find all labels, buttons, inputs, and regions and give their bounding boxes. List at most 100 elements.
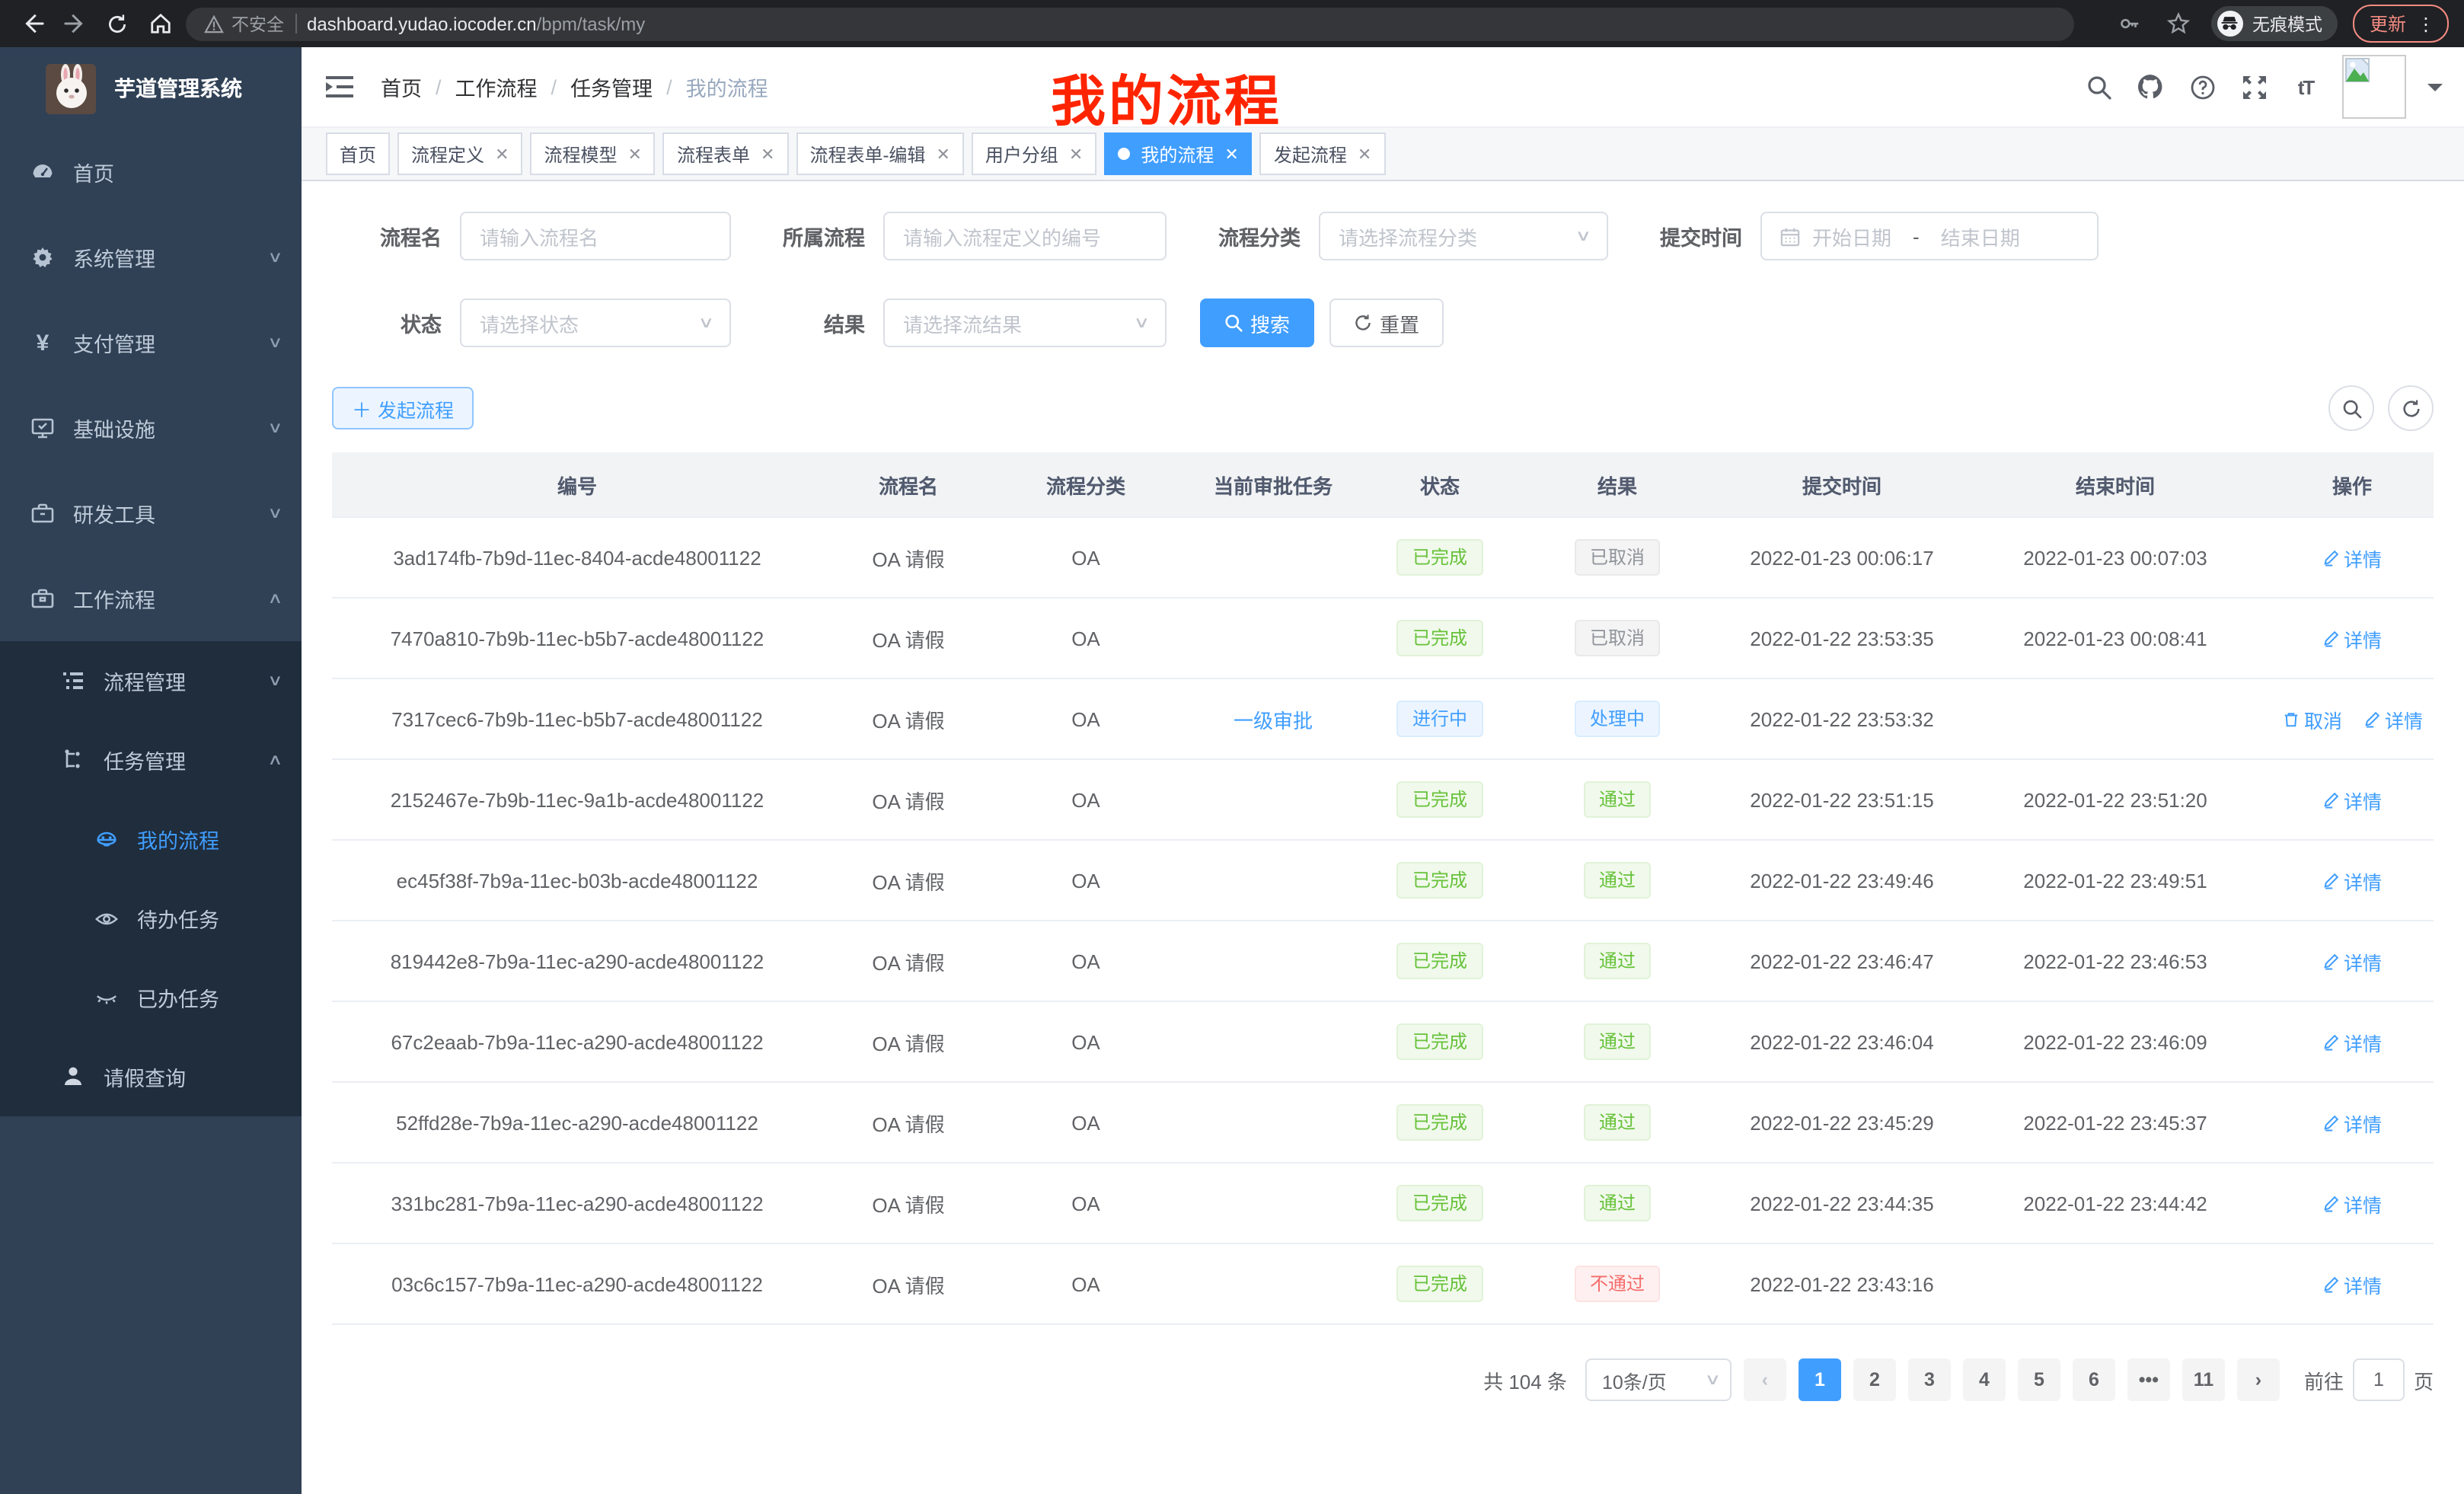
create-process-button[interactable]: ＋ 发起流程 <box>332 387 474 429</box>
tab-home[interactable]: 首页 <box>326 132 390 175</box>
key-icon[interactable] <box>2114 7 2147 40</box>
sidebar-item-my-process[interactable]: 我的流程 <box>0 800 302 879</box>
process-name-input[interactable]: 请输入流程名 <box>460 212 731 260</box>
detail-action-link[interactable]: 详情 <box>2322 785 2382 814</box>
eye-icon <box>94 906 119 931</box>
browser-toolbar: 不安全 dashboard.yudao.iocoder.cn/bpm/task/… <box>0 0 2464 47</box>
table-row: 52ffd28e-7b9a-11ec-a290-acde48001122OA 请… <box>332 1082 2434 1163</box>
status-cell: 已完成 <box>1369 1163 1511 1243</box>
font-size-icon[interactable]: tT <box>2290 72 2321 102</box>
reload-icon[interactable] <box>101 7 134 40</box>
process-category-select[interactable]: 请选择流程分类∨ <box>1319 212 1608 260</box>
browser-menu-icon[interactable]: ⋮ <box>2417 14 2435 33</box>
sidebar-item-todo-task[interactable]: 待办任务 <box>0 879 302 958</box>
close-icon[interactable]: ✕ <box>936 144 950 164</box>
result-select[interactable]: 请选择流结果∨ <box>883 298 1167 347</box>
page-button-1[interactable]: 1 <box>1799 1358 1841 1401</box>
tab-my-process[interactable]: 我的流程✕ <box>1104 132 1252 175</box>
pagination-ellipsis[interactable]: ••• <box>2127 1358 2170 1401</box>
next-page-button[interactable]: › <box>2237 1358 2280 1401</box>
sidebar-item-home[interactable]: 首页 <box>0 129 302 215</box>
detail-action-link[interactable]: 详情 <box>2322 1027 2382 1056</box>
incognito-badge: 无痕模式 <box>2211 6 2338 41</box>
fullscreen-icon[interactable] <box>2239 72 2269 102</box>
sidebar-item-devtools[interactable]: 研发工具 ∨ <box>0 471 302 556</box>
close-icon[interactable]: ✕ <box>495 144 509 164</box>
process-name-cell: OA 请假 <box>822 517 994 598</box>
detail-action-link[interactable]: 详情 <box>2363 704 2423 733</box>
page-size-select[interactable]: 10条/页∨ <box>1585 1358 1732 1401</box>
tab-process-form-edit[interactable]: 流程表单-编辑✕ <box>796 132 963 175</box>
sidebar-item-leave-query[interactable]: 请假查询 <box>0 1037 302 1116</box>
sidebar-item-task-mgmt[interactable]: 任务管理 ∧ <box>0 720 302 800</box>
process-table-body: 3ad174fb-7b9d-11ec-8404-acde48001122OA 请… <box>332 517 2434 1324</box>
tab-process-form[interactable]: 流程表单✕ <box>663 132 788 175</box>
detail-action-link[interactable]: 详情 <box>2322 866 2382 895</box>
calendar-icon <box>1780 226 1800 246</box>
breadcrumb: 首页 / 工作流程 / 任务管理 / 我的流程 <box>381 72 768 102</box>
actions-cell: 详情 <box>2271 517 2434 598</box>
sidebar-item-workflow[interactable]: 工作流程 ∧ <box>0 556 302 641</box>
avatar-caret-icon[interactable] <box>2427 83 2443 98</box>
breadcrumb-home[interactable]: 首页 <box>381 72 422 102</box>
avatar[interactable] <box>2342 55 2406 119</box>
status-cell: 进行中 <box>1369 678 1511 759</box>
github-icon[interactable] <box>2135 72 2166 102</box>
help-icon[interactable] <box>2187 72 2217 102</box>
forward-icon[interactable] <box>58 7 91 40</box>
page-button-6[interactable]: 6 <box>2073 1358 2115 1401</box>
page-button-5[interactable]: 5 <box>2018 1358 2060 1401</box>
process-id-cell: ec45f38f-7b9a-11ec-b03b-acde48001122 <box>332 840 822 921</box>
close-icon[interactable]: ✕ <box>1358 144 1371 164</box>
bookmark-star-icon[interactable] <box>2162 7 2196 40</box>
detail-action-link[interactable]: 详情 <box>2322 1189 2382 1218</box>
address-bar[interactable]: 不安全 dashboard.yudao.iocoder.cn/bpm/task/… <box>186 7 2074 40</box>
page-button-4[interactable]: 4 <box>1963 1358 2006 1401</box>
cancel-action-link[interactable]: 取消 <box>2283 704 2342 733</box>
page-button-3[interactable]: 3 <box>1908 1358 1951 1401</box>
sidebar-item-done-task[interactable]: 已办任务 <box>0 958 302 1037</box>
app-logo[interactable]: 芋道管理系统 <box>0 47 302 129</box>
search-button[interactable]: 搜索 <box>1200 298 1314 347</box>
prev-page-button[interactable]: ‹ <box>1744 1358 1786 1401</box>
header-search-icon[interactable] <box>2083 72 2114 102</box>
sidebar-item-infra[interactable]: 基础设施 ∨ <box>0 385 302 471</box>
home-icon[interactable] <box>143 7 177 40</box>
detail-action-link[interactable]: 详情 <box>2322 1269 2382 1298</box>
page-button-2[interactable]: 2 <box>1853 1358 1896 1401</box>
reset-button[interactable]: 重置 <box>1329 298 1444 347</box>
status-select[interactable]: 请选择状态∨ <box>460 298 731 347</box>
back-icon[interactable] <box>15 7 49 40</box>
goto-page-input[interactable]: 1 <box>2353 1358 2405 1401</box>
end-time-cell <box>1960 1243 2271 1324</box>
process-definition-label: 所属流程 <box>774 221 865 251</box>
refresh-table-button[interactable] <box>2388 385 2434 431</box>
detail-action-link[interactable]: 详情 <box>2322 947 2382 975</box>
close-icon[interactable]: ✕ <box>761 144 774 164</box>
tab-process-definition[interactable]: 流程定义✕ <box>397 132 522 175</box>
submit-time-range-picker[interactable]: 开始日期 - 结束日期 <box>1760 212 2099 260</box>
breadcrumb-workflow[interactable]: 工作流程 <box>455 72 538 102</box>
sidebar-item-system[interactable]: 系统管理 ∨ <box>0 215 302 300</box>
table-header-row: 编号 流程名 流程分类 当前审批任务 状态 结果 提交时间 结束时间 操作 <box>332 452 2434 517</box>
edit-pen-icon <box>2322 1195 2339 1211</box>
tab-start-process[interactable]: 发起流程✕ <box>1260 132 1385 175</box>
sidebar-item-process-mgmt[interactable]: 流程管理 ∨ <box>0 641 302 720</box>
close-icon[interactable]: ✕ <box>1224 144 1238 164</box>
current-task-link[interactable]: 一级审批 <box>1234 709 1313 732</box>
page-button-11[interactable]: 11 <box>2182 1358 2225 1401</box>
process-definition-input[interactable]: 请输入流程定义的编号 <box>883 212 1167 260</box>
security-warning[interactable]: 不安全 <box>204 11 284 36</box>
update-button[interactable]: 更新 ⋮ <box>2353 5 2449 43</box>
toggle-search-button[interactable] <box>2328 385 2374 431</box>
close-icon[interactable]: ✕ <box>628 144 642 164</box>
tab-user-group[interactable]: 用户分组✕ <box>972 132 1096 175</box>
tab-process-model[interactable]: 流程模型✕ <box>531 132 656 175</box>
sidebar-collapse-icon[interactable] <box>323 70 356 104</box>
detail-action-link[interactable]: 详情 <box>2322 543 2382 572</box>
breadcrumb-task-mgmt[interactable]: 任务管理 <box>570 72 653 102</box>
sidebar-item-payment[interactable]: ¥ 支付管理 ∨ <box>0 300 302 385</box>
detail-action-link[interactable]: 详情 <box>2322 624 2382 653</box>
close-icon[interactable]: ✕ <box>1069 144 1083 164</box>
detail-action-link[interactable]: 详情 <box>2322 1108 2382 1137</box>
